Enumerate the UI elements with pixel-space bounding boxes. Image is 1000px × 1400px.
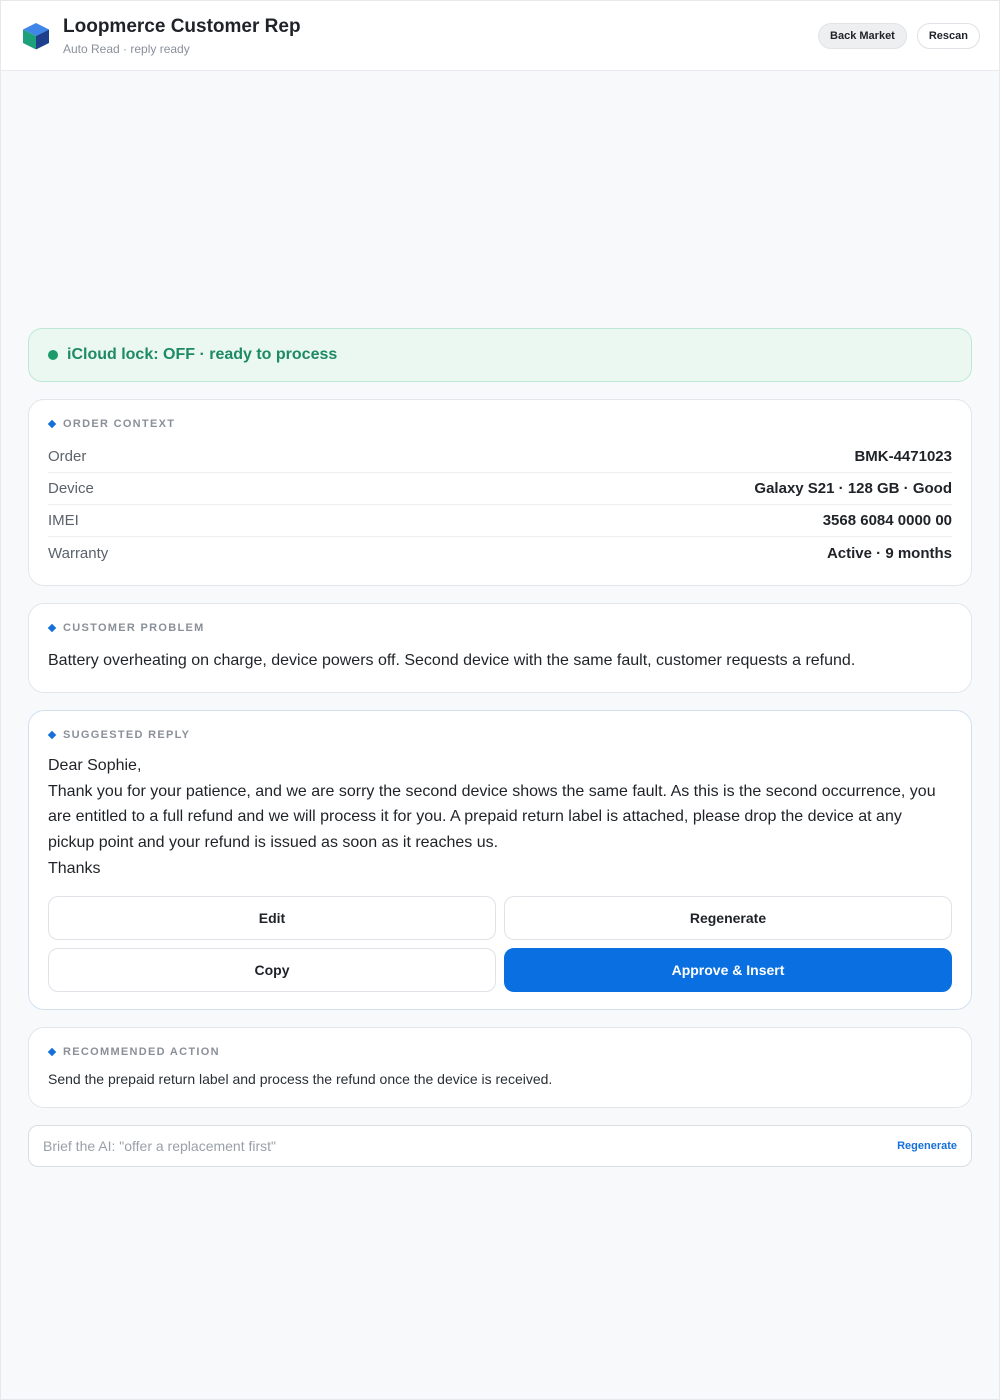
diamond-icon	[47, 623, 57, 633]
imei-row: IMEI 3568 6084 0000 00	[48, 505, 952, 537]
customer-problem-card: CUSTOMER PROBLEM Battery overheating on …	[28, 603, 972, 693]
app-subtitle: Auto Read · reply ready	[63, 41, 190, 56]
warranty-row: Warranty Active · 9 months	[48, 537, 952, 569]
cube-logo-icon	[23, 22, 49, 49]
warranty-label: Warranty	[48, 544, 109, 562]
device-label: Device	[48, 480, 94, 497]
reply-body: Thank you for your patience, and we are …	[48, 782, 936, 852]
section-header: ORDER CONTEXT	[47, 418, 952, 430]
imei-label: IMEI	[48, 512, 79, 529]
app-title: Loopmerce Customer Rep	[63, 15, 301, 37]
section-header: SUGGESTED REPLY	[47, 729, 952, 741]
brief-ai-input[interactable]	[43, 1137, 898, 1154]
section-header: RECOMMENDED ACTION	[47, 1045, 952, 1058]
section-title: RECOMMENDED ACTION	[63, 1045, 220, 1058]
recommended-action-card: RECOMMENDED ACTION Send the prepaid retu…	[28, 1026, 972, 1108]
brief-ai-bar: Regenerate	[28, 1124, 972, 1167]
order-context-card: ORDER CONTEXT Order BMK-4471023 Device G…	[28, 399, 972, 586]
brief-regenerate-button[interactable]: Regenerate	[897, 1140, 957, 1152]
diamond-icon	[47, 1047, 57, 1056]
header-titles: Loopmerce Customer Rep Auto Read · reply…	[63, 16, 808, 56]
device-value: Galaxy S21 · 128 GB · Good	[754, 480, 952, 497]
back-market-button[interactable]: Back Market	[818, 22, 907, 49]
main-content: iCloud lock: OFF · ready to process ORDE…	[1, 328, 999, 1167]
order-label: Order	[48, 448, 87, 465]
customer-problem-text: Battery overheating on charge, device po…	[48, 652, 856, 669]
app-header: Loopmerce Customer Rep Auto Read · reply…	[1, 1, 999, 71]
rescan-button[interactable]: Rescan	[916, 22, 980, 49]
status-dot-icon	[48, 350, 58, 360]
section-title: SUGGESTED REPLY	[63, 729, 191, 741]
diamond-icon	[47, 419, 57, 429]
section-title: ORDER CONTEXT	[63, 418, 176, 430]
edit-button[interactable]: Edit	[48, 895, 496, 940]
order-context-rows: Order BMK-4471023 Device Galaxy S21 · 12…	[48, 441, 952, 569]
suggested-reply-card: SUGGESTED REPLY Dear Sophie, Thank you f…	[28, 710, 972, 1010]
reply-signoff: Thanks	[48, 859, 101, 877]
regenerate-button[interactable]: Regenerate	[504, 895, 952, 940]
icloud-status-banner: iCloud lock: OFF · ready to process	[28, 328, 972, 382]
section-title: CUSTOMER PROBLEM	[63, 622, 205, 634]
order-value: BMK-4471023	[854, 448, 952, 465]
reply-actions: Edit Regenerate Copy Approve & Insert	[48, 895, 952, 1009]
order-row: Order BMK-4471023	[48, 441, 952, 473]
imei-value: 3568 6084 0000 00	[822, 512, 952, 529]
suggested-reply-text: Dear Sophie, Thank you for your patience…	[48, 753, 952, 882]
copy-button[interactable]: Copy	[48, 947, 496, 992]
warranty-value: Active · 9 months	[826, 544, 952, 562]
approve-insert-button[interactable]: Approve & Insert	[504, 947, 952, 992]
recommended-action-text: Send the prepaid return label and proces…	[48, 1070, 553, 1087]
section-header: CUSTOMER PROBLEM	[47, 622, 952, 634]
diamond-icon	[47, 730, 57, 740]
reply-greeting: Dear Sophie,	[48, 757, 142, 774]
status-text: iCloud lock: OFF · ready to process	[67, 346, 338, 363]
device-row: Device Galaxy S21 · 128 GB · Good	[48, 473, 952, 505]
